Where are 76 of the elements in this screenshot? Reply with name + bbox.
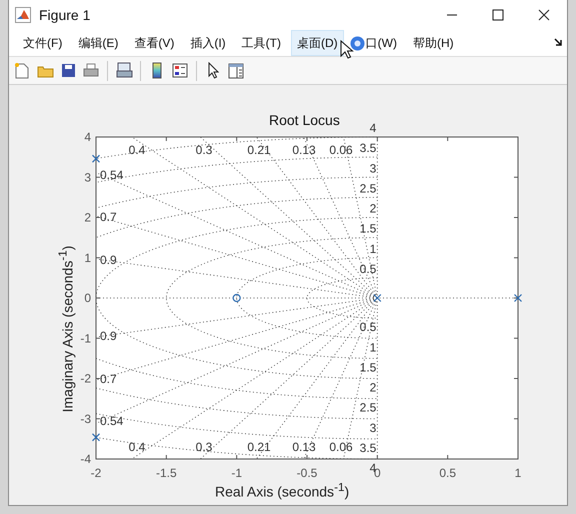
damping-label: 0.21 [247,143,271,157]
tick-label: 1 [514,466,522,480]
tick-label: -1 [80,331,91,346]
damping-label: 0.9 [100,329,117,343]
pole-marker [92,433,100,442]
frequency-label: 0.5 [360,262,376,276]
frequency-label: 2 [370,380,376,394]
damping-label: 0.7 [100,210,117,224]
property-editor-icon[interactable] [228,62,244,78]
damping-label: 0.4 [128,440,146,454]
colorbar-icon[interactable] [152,62,162,79]
tick-label: -1 [231,466,242,480]
frequency-label: 1.5 [360,222,376,236]
tick-label: -2 [80,372,91,386]
tick-label: 0 [374,466,381,480]
frequency-label: 3 [370,420,376,435]
frequency-label: 4 [370,121,376,135]
damping-label: 0.54 [100,414,124,428]
tick-label: 2 [84,210,91,224]
frequency-label: 1 [370,242,376,256]
tick-label: -0.5 [296,466,318,480]
tick-label: -3 [80,412,91,426]
frequency-label: 3.5 [360,440,376,455]
frequency-label: 2 [370,202,376,216]
menu-item[interactable]: 帮助(H) [406,30,460,56]
new-file-icon[interactable] [15,62,29,78]
close-icon [538,9,550,21]
maximize-icon [492,9,504,21]
damping-label: 0.13 [292,143,316,157]
pole-marker [373,294,382,302]
frequency-label: 1.5 [360,360,376,374]
damping-label: 0.3 [196,143,212,157]
printer-icon[interactable] [83,63,99,78]
damping-label: 0.7 [100,372,117,386]
tick-label: -4 [80,452,91,466]
chart-title: Root Locus [269,112,340,128]
x-axis-label: Real Axis (seconds$^{-1}$) [215,481,350,502]
frequency-label: 3.5 [360,141,376,156]
pole-marker [92,154,100,163]
damping-label: 0.13 [292,440,316,454]
damping-label: 0.06 [329,440,353,454]
pointer-icon[interactable] [207,62,219,79]
damping-label: 0.3 [196,440,212,454]
legend-icon[interactable] [172,63,188,78]
folder-icon[interactable] [36,64,54,78]
dock-arrow-icon[interactable] [554,38,563,47]
frequency-label: 3 [370,161,376,176]
pole-marker [514,294,522,302]
save-icon[interactable] [60,63,76,78]
window-title: Figure 1 [39,7,92,23]
tick-label: -2 [90,466,102,480]
frequency-label: 0.5 [360,320,376,334]
tick-label: -1.5 [156,466,177,480]
app-logo-icon [15,7,31,23]
menu-item[interactable]: 查看(V) [128,30,180,56]
tick-label: 4 [84,130,91,144]
tick-label: 0 [84,291,91,305]
print-preview-icon[interactable] [116,62,132,79]
tick-label: 0.5 [439,466,456,480]
tick-label: 1 [84,250,91,265]
damping-label: 0.06 [329,143,353,157]
frequency-label: 2.5 [360,181,376,196]
damping-label: 0.9 [100,253,117,267]
floating-ball-icon [350,36,365,50]
menu-item[interactable]: 插入(I) [184,30,232,56]
menu-item[interactable]: 桌面(D) [290,30,344,56]
frequency-label: 1 [370,340,376,354]
tick-label: 3 [84,170,91,184]
menu-item[interactable]: 工具(T) [236,30,287,56]
frequency-label: 2.5 [360,400,376,415]
damping-label: 0.54 [100,168,124,182]
damping-label: 0.21 [247,440,271,454]
damping-label: 0.4 [128,143,146,157]
menu-item[interactable]: 编辑(E) [72,30,124,56]
menu-item[interactable]: 文件(F) [17,30,68,56]
zero-marker [232,294,241,302]
